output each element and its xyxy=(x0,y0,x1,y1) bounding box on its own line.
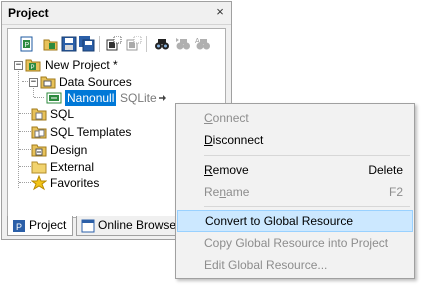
folder-icon xyxy=(40,74,56,90)
add-data-source-icon[interactable] xyxy=(106,36,122,52)
collapse-icon[interactable]: − xyxy=(14,61,23,70)
tree-label-data-sources: Data Sources xyxy=(59,75,132,89)
find-next-icon[interactable] xyxy=(175,36,191,52)
svg-text:P: P xyxy=(16,222,22,232)
design-folder-icon xyxy=(31,142,47,158)
menu-item-rename[interactable]: Rename F2 xyxy=(176,181,414,203)
sql-templates-folder-icon xyxy=(31,124,47,140)
star-icon xyxy=(30,174,48,191)
tree-node-project[interactable]: − P New Project * xyxy=(8,57,218,73)
arrow-right-icon xyxy=(158,90,168,106)
toolbar-separator xyxy=(99,36,100,52)
sql-folder-icon xyxy=(31,106,47,122)
project-tab-icon: P xyxy=(12,219,26,233)
menu-separator xyxy=(204,206,410,207)
tab-project[interactable]: P Project xyxy=(7,216,73,236)
menu-item-edit-global-resource[interactable]: Edit Global Resource... xyxy=(176,254,414,276)
menu-shortcut-delete: Delete xyxy=(368,163,403,177)
menu-item-copy-global-resource[interactable]: Copy Global Resource into Project xyxy=(176,232,414,254)
save-all-icon[interactable] xyxy=(79,36,95,52)
folder-icon xyxy=(31,159,47,175)
collapse-icon[interactable]: − xyxy=(29,78,38,87)
menu-item-convert-to-global-resource[interactable]: Convert to Global Resource xyxy=(177,210,413,232)
menu-separator xyxy=(204,155,410,156)
panel-title: Project xyxy=(8,6,49,20)
tree-label-project: New Project * xyxy=(45,58,118,72)
database-icon xyxy=(46,90,62,106)
online-browser-icon xyxy=(81,219,95,233)
svg-text:P: P xyxy=(25,42,30,49)
save-project-icon[interactable] xyxy=(61,36,77,52)
find-icon[interactable] xyxy=(154,36,170,52)
replace-icon[interactable]: A xyxy=(195,36,211,52)
svg-text:P: P xyxy=(31,65,35,71)
tree-label-sql-templates: SQL Templates xyxy=(50,125,132,139)
tree-label-external: External xyxy=(50,160,95,174)
close-icon[interactable]: × xyxy=(213,5,227,19)
svg-text:A: A xyxy=(195,38,200,45)
panel-title-bar: Project × xyxy=(2,2,231,25)
tree-node-data-sources[interactable]: − Data Sources xyxy=(8,74,218,90)
add-folder-icon[interactable] xyxy=(126,36,142,52)
menu-shortcut-f2: F2 xyxy=(388,185,403,199)
context-menu: Connect Disconnect Remove Delete Rename … xyxy=(175,103,415,279)
tab-online-browser-label: Online Browser xyxy=(98,218,181,232)
tree-label-favorites: Favorites xyxy=(50,176,100,190)
tree-label-sql: SQL xyxy=(50,107,75,121)
menu-item-remove[interactable]: Remove Delete xyxy=(176,159,414,181)
tree-label-nanonull: Nanonull xyxy=(65,90,117,106)
tab-project-label: Project xyxy=(29,218,67,232)
open-project-icon[interactable] xyxy=(43,36,59,52)
menu-item-disconnect[interactable]: Disconnect xyxy=(176,129,414,151)
new-project-icon[interactable]: P xyxy=(19,36,35,52)
toolbar-separator xyxy=(146,36,147,52)
project-icon: P xyxy=(25,57,41,73)
tree-label-design: Design xyxy=(50,143,88,157)
menu-item-connect[interactable]: Connect xyxy=(176,107,414,129)
tree-label-connection-type: SQLite xyxy=(120,91,157,105)
project-toolbar: P A xyxy=(11,32,223,56)
